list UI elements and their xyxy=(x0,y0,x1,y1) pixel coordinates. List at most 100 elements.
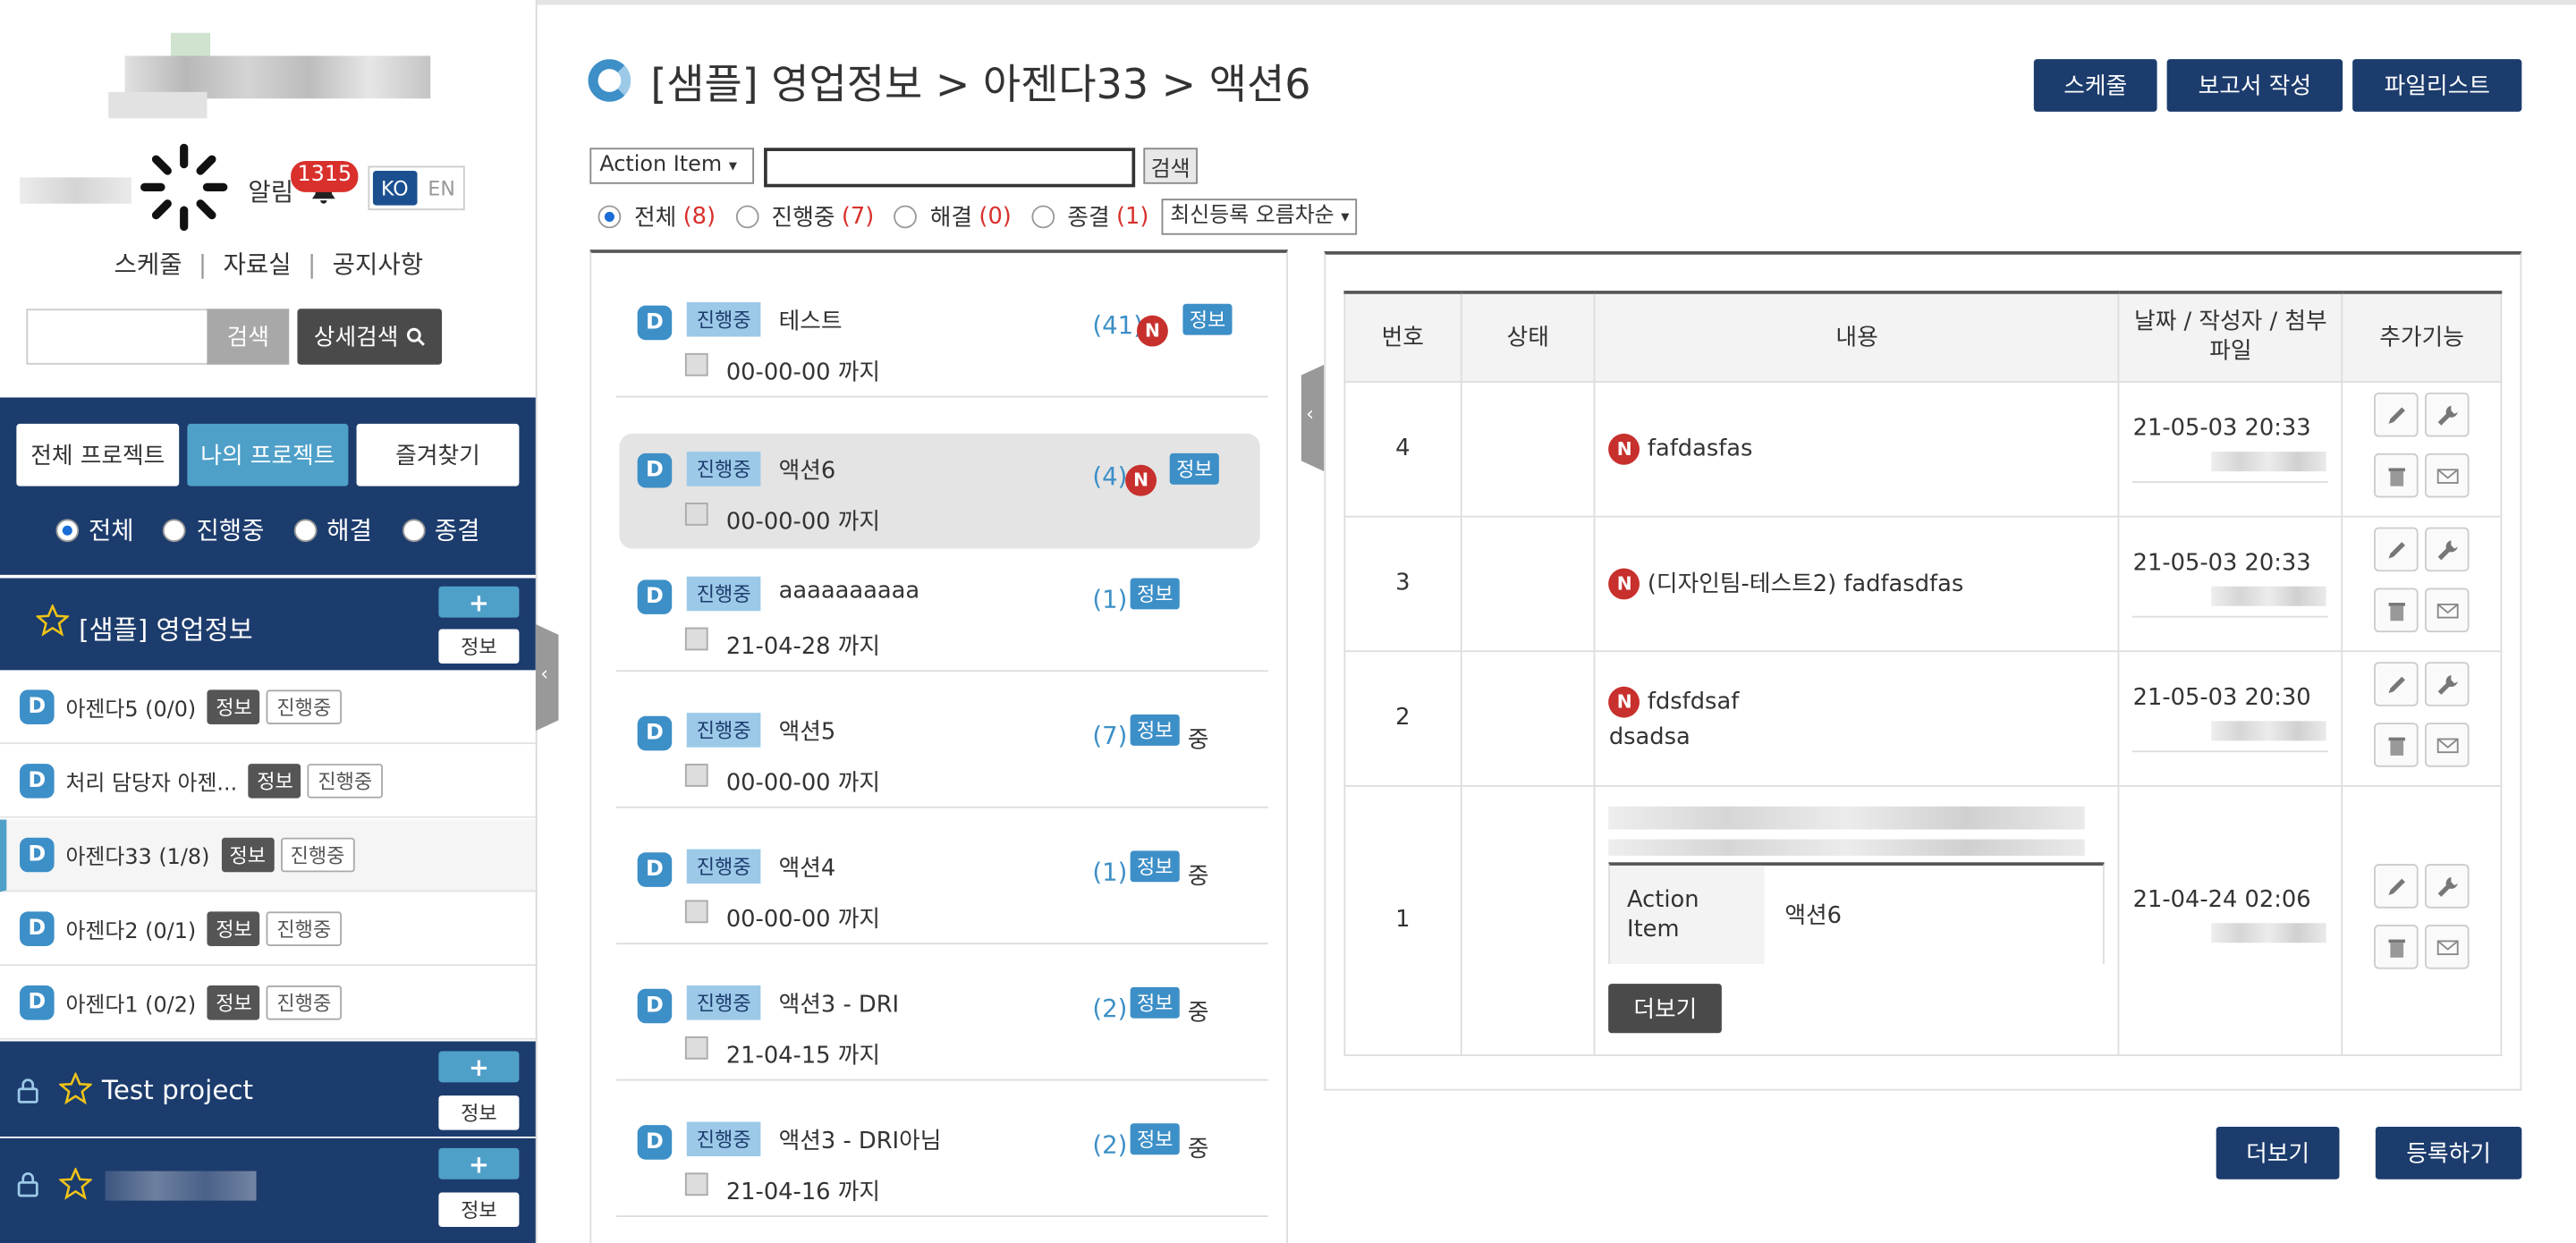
info-badge[interactable]: 정보 xyxy=(1130,850,1180,883)
agenda-name[interactable]: 아젠다2 (0/1) xyxy=(65,913,196,945)
info-badge[interactable]: 정보 xyxy=(1169,452,1220,485)
info-tag[interactable]: 정보 xyxy=(221,837,275,873)
agenda-item[interactable]: D 아젠다2 (0/1) 정보 진행중 xyxy=(0,893,536,966)
info-badge[interactable]: 정보 xyxy=(1130,986,1180,1019)
add-agenda-button[interactable]: + xyxy=(438,1051,520,1083)
info-tag[interactable]: 정보 xyxy=(249,764,302,799)
load-more-button[interactable]: 더보기 xyxy=(2216,1126,2340,1180)
mail-button[interactable] xyxy=(2425,452,2470,498)
filter-closed[interactable]: 종결 xyxy=(402,512,480,547)
edit-button[interactable] xyxy=(2374,864,2419,909)
radio-button[interactable] xyxy=(163,518,187,542)
add-agenda-button[interactable]: + xyxy=(438,1147,520,1180)
project-title[interactable]: Test project xyxy=(102,1074,253,1105)
lang-ko-button[interactable]: KO xyxy=(372,171,417,206)
register-button[interactable]: 등록하기 xyxy=(2375,1126,2522,1180)
item-title[interactable]: aaaaaaaaaa xyxy=(779,579,920,605)
list-item[interactable]: D 진행중 액션4 00-00-00 까지 (1) 정보 중 xyxy=(615,809,1268,945)
radio-button[interactable] xyxy=(55,518,79,542)
search-input[interactable] xyxy=(764,148,1136,188)
mail-button[interactable] xyxy=(2425,588,2470,633)
sidebar-search-input[interactable] xyxy=(26,309,209,365)
project-info-button[interactable]: 정보 xyxy=(438,629,520,664)
radio-in-progress[interactable] xyxy=(735,205,758,229)
advanced-search-button[interactable]: 상세검색 xyxy=(297,309,443,365)
edit-button[interactable] xyxy=(2374,662,2419,706)
agenda-name[interactable]: 아젠다33 (1/8) xyxy=(65,840,209,871)
link-archive[interactable]: 자료실 xyxy=(207,247,308,282)
sidebar-search-button[interactable]: 검색 xyxy=(207,309,290,365)
item-title[interactable]: 액션6 xyxy=(779,453,836,486)
settings-button[interactable] xyxy=(2425,527,2470,572)
info-tag[interactable]: 정보 xyxy=(208,985,261,1020)
delete-button[interactable] xyxy=(2374,452,2419,498)
list-item[interactable]: D 진행중 액션3 - DRI 21-04-15 까지 (2) 정보 중 xyxy=(615,946,1268,1081)
project-header[interactable]: [샘플] 영업정보 + 정보 xyxy=(0,578,536,671)
project-title[interactable]: [샘플] 영업정보 xyxy=(79,608,252,647)
agenda-name[interactable]: 아젠다5 (0/0) xyxy=(65,691,196,723)
mail-button[interactable] xyxy=(2425,925,2470,969)
list-item-selected[interactable]: D 진행중 액션6 00-00-00 까지 (4) N 정보 xyxy=(619,433,1260,549)
settings-button[interactable] xyxy=(2425,864,2470,909)
list-item[interactable]: D 진행중 테스트 00-00-00 까지 (41) N 정보 xyxy=(615,263,1268,398)
alarm-label[interactable]: 알림 xyxy=(248,174,293,209)
comment-count[interactable]: (2) xyxy=(1092,1130,1127,1160)
tab-all-projects[interactable]: 전체 프로젝트 xyxy=(16,423,180,486)
list-item[interactable]: D 진행중 액션3 - DRI아님 21-04-16 까지 (2) 정보 중 xyxy=(615,1082,1268,1217)
add-agenda-button[interactable]: + xyxy=(438,586,520,618)
comment-count[interactable]: (1) xyxy=(1092,585,1127,614)
project-header[interactable]: Test project + 정보 xyxy=(0,1041,536,1137)
item-title[interactable]: 액션5 xyxy=(779,715,836,748)
item-title[interactable]: 액션3 - DRI xyxy=(779,987,900,1020)
info-badge[interactable]: 정보 xyxy=(1130,578,1180,610)
tab-my-projects[interactable]: 나의 프로젝트 xyxy=(187,423,349,486)
comment-count[interactable]: (4) xyxy=(1092,461,1127,491)
agenda-name[interactable]: 아젠다1 (0/2) xyxy=(65,987,196,1019)
info-badge[interactable]: 정보 xyxy=(1182,303,1233,335)
comment-count[interactable]: (1) xyxy=(1092,858,1127,887)
agenda-name[interactable]: 처리 담당자 아젠... xyxy=(65,765,237,797)
edit-button[interactable] xyxy=(2374,527,2419,572)
edit-button[interactable] xyxy=(2374,392,2419,437)
item-title[interactable]: 테스트 xyxy=(779,304,843,337)
radio-closed[interactable] xyxy=(1030,205,1055,229)
info-badge[interactable]: 정보 xyxy=(1130,714,1180,746)
mail-button[interactable] xyxy=(2425,723,2470,767)
file-list-button[interactable]: 파일리스트 xyxy=(2352,59,2522,112)
schedule-button[interactable]: 스케줄 xyxy=(2033,59,2157,112)
search-button[interactable]: 검색 xyxy=(1143,148,1198,184)
item-title[interactable]: 액션3 - DRI아님 xyxy=(779,1123,942,1156)
radio-button[interactable] xyxy=(293,518,318,542)
info-badge[interactable]: 정보 xyxy=(1130,1123,1180,1155)
star-icon[interactable] xyxy=(36,604,70,638)
radio-all[interactable] xyxy=(597,205,622,229)
agenda-item[interactable]: D 아젠다1 (0/2) 정보 진행중 xyxy=(0,968,536,1040)
settings-button[interactable] xyxy=(2425,392,2470,437)
filter-in-progress[interactable]: 진행중 xyxy=(163,512,265,547)
lang-en-button[interactable]: EN xyxy=(419,167,463,208)
radio-button[interactable] xyxy=(402,518,425,542)
radio-resolved[interactable] xyxy=(894,205,918,229)
write-report-button[interactable]: 보고서 작성 xyxy=(2166,59,2343,112)
type-select[interactable]: Action Item ▾ xyxy=(589,148,755,184)
delete-button[interactable] xyxy=(2374,925,2419,969)
tab-favorites[interactable]: 즐겨찾기 xyxy=(356,423,520,486)
list-item[interactable]: D 진행중 aaaaaaaaaa 21-04-28 까지 (1) 정보 xyxy=(615,537,1268,672)
comment-count[interactable]: (7) xyxy=(1092,721,1127,750)
project-info-button[interactable]: 정보 xyxy=(438,1192,520,1228)
agenda-item[interactable]: D 처리 담당자 아젠... 정보 진행중 xyxy=(0,746,536,818)
agenda-item[interactable]: D 아젠다5 (0/0) 정보 진행중 xyxy=(0,672,536,745)
list-item[interactable]: D 진행중 액션5 00-00-00 까지 (7) 정보 중 xyxy=(615,673,1268,808)
star-icon[interactable] xyxy=(59,1072,92,1105)
filter-resolved[interactable]: 해결 xyxy=(293,512,372,547)
filter-all[interactable]: 전체 xyxy=(55,512,134,547)
info-tag[interactable]: 정보 xyxy=(208,689,261,724)
sort-select[interactable]: 최신등록 오름차순 ▾ xyxy=(1162,199,1358,235)
comment-count[interactable]: (41) xyxy=(1092,310,1143,340)
link-notice[interactable]: 공지사항 xyxy=(316,247,439,282)
expand-button[interactable]: 더보기 xyxy=(1608,984,1722,1034)
star-icon[interactable] xyxy=(59,1167,92,1201)
delete-button[interactable] xyxy=(2374,723,2419,767)
settings-button[interactable] xyxy=(2425,662,2470,706)
project-header[interactable]: + 정보 xyxy=(0,1137,536,1243)
